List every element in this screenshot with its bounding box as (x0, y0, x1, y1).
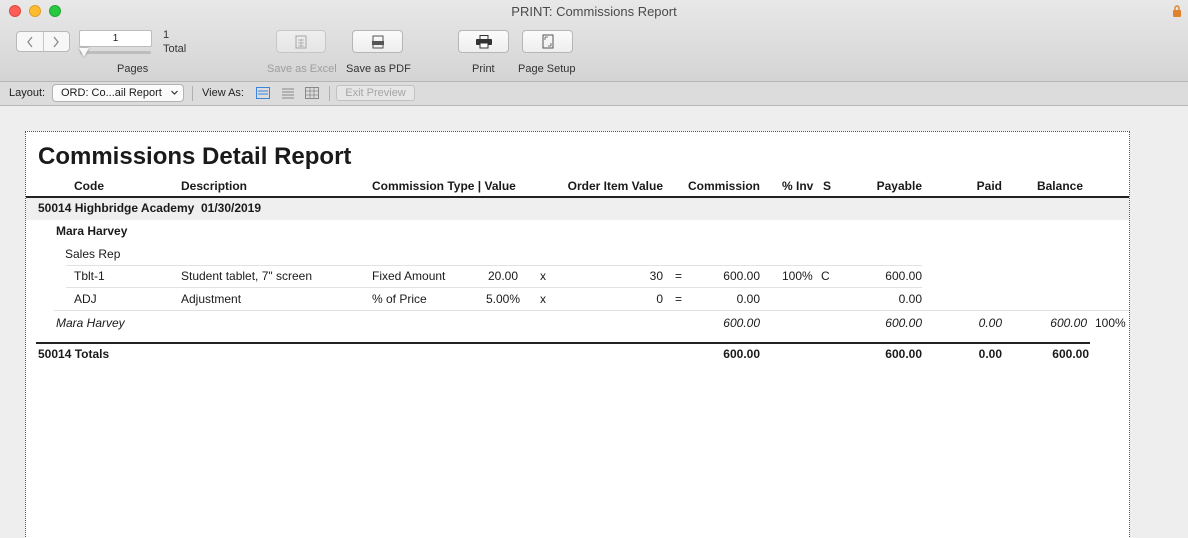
report-preview-area[interactable]: Commissions Detail Report Code Descripti… (0, 107, 1188, 538)
total-label: Total (163, 43, 187, 55)
row-multiply: x (540, 292, 546, 306)
previous-page-button[interactable] (17, 32, 43, 51)
layout-select-value: ORD: Co...ail Report (61, 87, 162, 99)
subtotal-commission: 600.00 (723, 316, 760, 330)
row-description: Adjustment (181, 292, 242, 306)
row-value: 20.00 (487, 269, 518, 283)
row-multiply: x (540, 269, 546, 283)
pages-label: Pages (117, 63, 149, 75)
group-order-number: 50014 (38, 201, 72, 215)
row-pct-inv: 100% (782, 269, 813, 283)
page-slider-thumb[interactable] (79, 48, 89, 57)
row-status: C (821, 269, 830, 283)
page-navigation (16, 31, 70, 52)
save-as-pdf-label: Save as PDF (346, 63, 411, 75)
row-order-item-value: 0 (656, 292, 663, 306)
total-page-count: 1 (163, 29, 170, 41)
row-payable: 0.00 (898, 292, 922, 306)
row-commission-type: % of Price (372, 292, 427, 306)
view-as-label: View As: (202, 87, 244, 99)
subtotal-payable: 600.00 (885, 316, 922, 330)
list-view-icon[interactable] (281, 87, 295, 99)
chevron-right-icon (53, 36, 60, 47)
toolbar-divider (329, 86, 330, 101)
report-page: Commissions Detail Report Code Descripti… (25, 131, 1130, 538)
chevron-down-icon (171, 90, 178, 95)
toolbar-divider (192, 86, 193, 101)
lock-icon (1173, 5, 1181, 17)
group-date: 01/30/2019 (200, 201, 262, 215)
row-divider (66, 265, 922, 266)
header-code: Code (74, 179, 104, 193)
layout-select[interactable]: ORD: Co...ail Report (52, 84, 184, 102)
row-divider (54, 310, 1129, 311)
header-commission-type: Commission Type | Value (372, 179, 516, 193)
report-title: Commissions Detail Report (38, 143, 352, 170)
row-commission-type: Fixed Amount (372, 269, 446, 283)
row-description: Student tablet, 7" screen (181, 269, 313, 283)
print-preview-window: PRINT: Commissions Report 1 1 Total Page… (0, 0, 1188, 538)
subtotal-percent: 100% (1095, 316, 1126, 330)
subtotal-name: Mara Harvey (56, 316, 125, 330)
role-label: Sales Rep (65, 247, 121, 261)
pdf-icon (371, 35, 384, 48)
exit-preview-button[interactable]: Exit Preview (336, 85, 415, 101)
header-paid: Paid (976, 179, 1002, 193)
row-payable: 600.00 (885, 269, 922, 283)
row-order-item-value: 30 (649, 269, 663, 283)
row-code: ADJ (74, 292, 97, 306)
save-as-excel-button[interactable] (276, 30, 326, 53)
totals-paid: 0.00 (978, 347, 1002, 361)
row-commission: 600.00 (723, 269, 760, 283)
person-name: Mara Harvey (56, 224, 128, 238)
totals-rule (36, 342, 1090, 344)
row-divider (66, 287, 922, 288)
page-setup-button[interactable] (522, 30, 573, 53)
layout-label: Layout: (9, 87, 46, 99)
print-label: Print (472, 63, 495, 75)
next-page-button[interactable] (42, 32, 70, 51)
printer-icon (475, 34, 492, 48)
row-equals: = (675, 269, 683, 283)
header-s: S (823, 179, 832, 193)
page-number-field[interactable]: 1 (79, 30, 152, 47)
spreadsheet-icon (295, 35, 307, 48)
group-header: 50014 Highbridge Academy 01/30/2019 (38, 201, 261, 215)
header-order-item-value: Order Item Value (567, 179, 663, 193)
window-title: PRINT: Commissions Report (511, 4, 677, 19)
save-as-excel-label: Save as Excel (267, 63, 337, 75)
page-slider-track[interactable] (80, 51, 151, 54)
title-bar: PRINT: Commissions Report 1 1 Total Page… (0, 0, 1188, 82)
totals-commission: 600.00 (723, 347, 760, 361)
totals-label: 50014 Totals (38, 347, 110, 361)
row-equals: = (675, 292, 683, 306)
table-view-icon[interactable] (305, 87, 319, 99)
subtotal-balance: 600.00 (1050, 316, 1087, 330)
layout-bar: Layout: ORD: Co...ail Report View As: Ex… (0, 82, 1188, 106)
totals-balance: 600.00 (1052, 347, 1089, 361)
header-pct-inv: % Inv (782, 179, 814, 193)
row-code: Tblt-1 (74, 269, 105, 283)
page-setup-icon (542, 34, 553, 49)
subtotal-paid: 0.00 (978, 316, 1002, 330)
form-view-icon[interactable] (256, 87, 270, 99)
header-balance: Balance (1036, 179, 1083, 193)
header-description: Description (181, 179, 248, 193)
print-button[interactable] (458, 30, 509, 53)
page-setup-label: Page Setup (518, 63, 576, 75)
row-commission: 0.00 (736, 292, 760, 306)
group-customer-name: Highbridge Academy (74, 201, 195, 215)
header-payable: Payable (876, 179, 922, 193)
totals-payable: 600.00 (885, 347, 922, 361)
save-as-pdf-button[interactable] (352, 30, 403, 53)
header-commission: Commission (687, 179, 760, 193)
chevron-left-icon (26, 36, 33, 47)
row-value: 5.00% (485, 292, 520, 306)
